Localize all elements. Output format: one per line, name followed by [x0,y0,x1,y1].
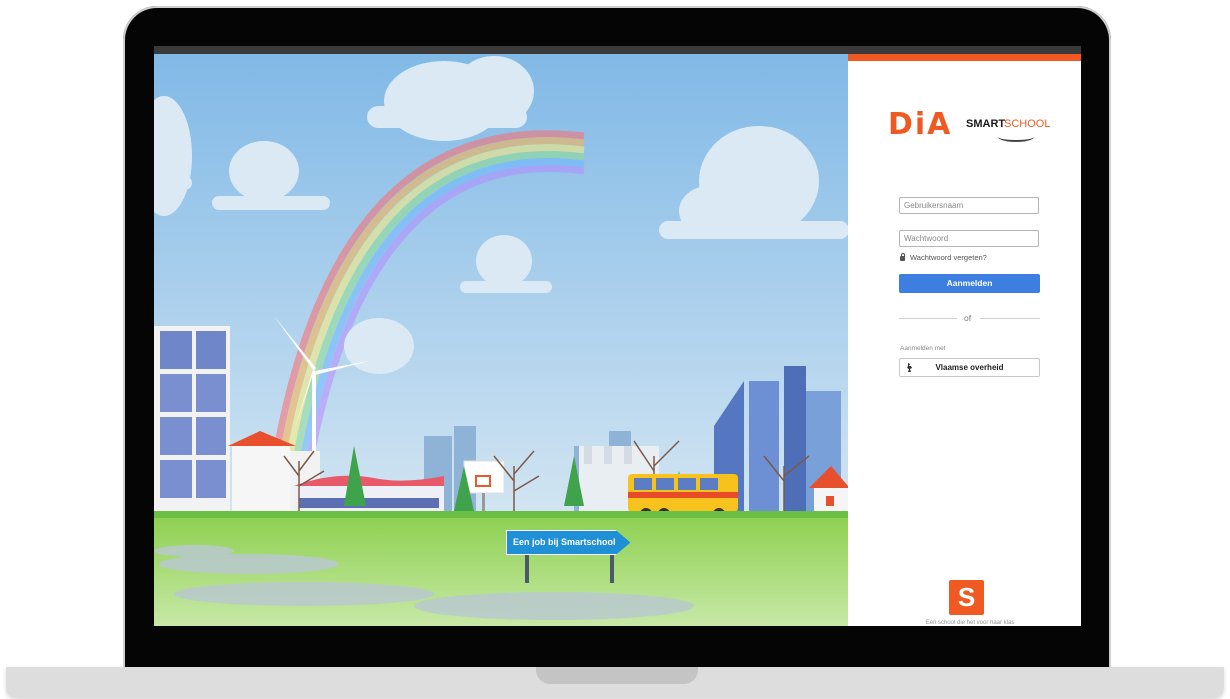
logo-smile-arc [998,132,1034,142]
divider-line-left [899,318,957,319]
laptop-base-notch [536,667,698,684]
smartschool-s-logo: S [949,580,984,615]
glass-building [154,326,230,526]
forgot-password-label: Wachtwoord vergeten? [910,253,987,262]
login-button[interactable]: Aanmelden [899,274,1040,293]
logo-smart-text: SMART [966,118,1006,130]
username-field[interactable] [899,197,1039,214]
panel-top-dark-bar [848,46,1081,54]
screen-top-bar [154,46,848,54]
lock-icon [900,253,905,261]
password-field[interactable] [899,230,1039,247]
panel-accent-bar [848,54,1081,61]
logo-school-text: SCHOOL [1004,118,1051,130]
dia-smartschool-logo: DiA SMART SCHOOL [888,110,1058,146]
forgot-password-link[interactable]: Wachtwoord vergeten? [900,253,987,262]
job-signpost-link[interactable]: Een job bij Smartschool [506,530,631,555]
divider-line-right [980,318,1040,319]
divider-or-label: of [964,313,972,323]
login-panel: DiA SMART SCHOOL Wachtwoord vergeten? Aa… [848,46,1081,626]
screen: Een job bij Smartschool DiA SMART SCHOOL… [154,46,1081,626]
background-illustration [154,46,848,626]
footer-tagline: Een school die het voor haar klas [925,620,1015,626]
login-with-label: Aanmelden met [900,345,946,352]
vlaamse-overheid-button[interactable]: Vlaamse overheid [899,358,1040,377]
vlaamse-overheid-label: Vlaamse overheid [935,363,1004,372]
logo-dia-text: DiA [888,107,953,142]
